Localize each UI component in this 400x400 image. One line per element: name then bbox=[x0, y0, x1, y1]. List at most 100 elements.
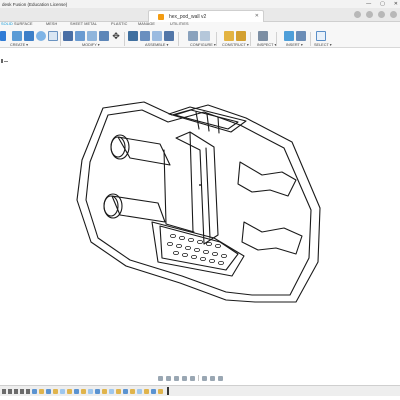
assemble-group-label[interactable]: ASSEMBLE ▾ bbox=[145, 42, 168, 47]
insert-image-icon[interactable] bbox=[284, 31, 294, 41]
navigation-bar bbox=[158, 374, 238, 382]
timeline-sketch-step[interactable] bbox=[95, 388, 100, 394]
ribbon-divider bbox=[276, 32, 277, 46]
window-controls: — ▢ ✕ bbox=[366, 0, 398, 8]
model-view[interactable] bbox=[0, 48, 400, 372]
timeline-sketch-step[interactable] bbox=[74, 388, 79, 394]
construct-axis-icon[interactable] bbox=[236, 31, 246, 41]
timeline-extrude-step[interactable] bbox=[102, 388, 107, 394]
joint-icon[interactable] bbox=[140, 31, 150, 41]
fillet-icon[interactable] bbox=[75, 31, 85, 41]
create-group-label[interactable]: CREATE ▾ bbox=[10, 42, 28, 47]
timeline-extrude-step[interactable] bbox=[53, 388, 58, 394]
timeline-cut-step[interactable] bbox=[67, 388, 72, 394]
timeline-sketch-step[interactable] bbox=[123, 388, 128, 394]
ribbon-divider bbox=[178, 32, 179, 46]
timeline-sketch-step[interactable] bbox=[151, 388, 156, 394]
move-icon[interactable]: ✥ bbox=[111, 31, 121, 41]
grid-settings-icon[interactable] bbox=[210, 375, 215, 381]
measure-icon[interactable] bbox=[258, 31, 268, 41]
document-tab[interactable]: hex_pod_wall v2 ✕ bbox=[148, 10, 264, 22]
timeline-start-icon[interactable] bbox=[2, 388, 6, 394]
modify-group-label[interactable]: MODIFY ▾ bbox=[82, 42, 100, 47]
nav-divider bbox=[198, 375, 199, 381]
shell-icon[interactable] bbox=[87, 31, 97, 41]
add-tab-icon[interactable] bbox=[354, 11, 361, 18]
ribbon-divider bbox=[216, 32, 217, 46]
timeline-sketch-step[interactable] bbox=[46, 388, 51, 394]
maximize-button[interactable]: ▢ bbox=[380, 1, 385, 7]
configure-rules-icon[interactable] bbox=[200, 31, 210, 41]
notifications-icon[interactable] bbox=[366, 11, 373, 18]
select-icon[interactable] bbox=[316, 31, 326, 41]
timeline-sketch-step[interactable] bbox=[32, 388, 37, 394]
insert-mesh-icon[interactable] bbox=[296, 31, 306, 41]
minimize-button[interactable]: — bbox=[366, 1, 371, 7]
zoom-icon[interactable] bbox=[182, 375, 187, 381]
look-at-icon[interactable] bbox=[166, 375, 171, 381]
timeline-next-icon[interactable] bbox=[20, 388, 24, 394]
combine-icon[interactable] bbox=[99, 31, 109, 41]
tab-surface[interactable]: SURFACE bbox=[14, 22, 33, 26]
ribbon-divider bbox=[250, 32, 251, 46]
tab-solid[interactable]: SOLID bbox=[1, 22, 13, 26]
create-sketch-icon[interactable] bbox=[12, 31, 22, 41]
construct-group-label[interactable]: CONSTRUCT ▾ bbox=[222, 42, 249, 47]
tab-utilities[interactable]: UTILITIES bbox=[170, 22, 189, 26]
timeline-mirror-step[interactable] bbox=[137, 388, 142, 394]
new-component-icon[interactable] bbox=[0, 31, 6, 41]
new-component-assemble-icon[interactable] bbox=[128, 31, 138, 41]
document-icon bbox=[158, 14, 164, 20]
joint-origin-icon[interactable] bbox=[164, 31, 174, 41]
configure-table-icon[interactable] bbox=[188, 31, 198, 41]
timeline-fillet-step[interactable] bbox=[60, 388, 65, 394]
timeline-marker[interactable] bbox=[167, 387, 169, 395]
tab-plastic[interactable]: PLASTIC bbox=[111, 22, 128, 26]
orbit-icon[interactable] bbox=[158, 375, 163, 381]
left-rib-top bbox=[117, 136, 171, 166]
help-icon[interactable] bbox=[378, 11, 385, 18]
select-group-label[interactable]: SELECT ▾ bbox=[314, 42, 332, 47]
fit-icon[interactable] bbox=[190, 375, 195, 381]
perforation-holes bbox=[166, 233, 227, 265]
viewport-canvas[interactable] bbox=[0, 48, 400, 372]
revolve-icon[interactable] bbox=[36, 31, 46, 41]
timeline-shell-step[interactable] bbox=[88, 388, 93, 394]
timeline-prev-icon[interactable] bbox=[8, 388, 12, 394]
browser-handle-icon bbox=[1, 59, 3, 63]
timeline-end-icon[interactable] bbox=[26, 388, 30, 394]
tab-manage[interactable]: MANAGE bbox=[138, 22, 155, 26]
timeline-chamfer-step[interactable] bbox=[109, 388, 114, 394]
close-button[interactable]: ✕ bbox=[394, 1, 398, 7]
timeline-combine-step[interactable] bbox=[144, 388, 149, 394]
timeline-play-icon[interactable] bbox=[14, 388, 18, 394]
construct-plane-icon[interactable] bbox=[224, 31, 234, 41]
extrude-icon[interactable] bbox=[24, 31, 34, 41]
tab-sheet-metal[interactable]: SHEET METAL bbox=[70, 22, 97, 26]
as-built-joint-icon[interactable] bbox=[152, 31, 162, 41]
insert-group-label[interactable]: INSERT ▾ bbox=[286, 42, 303, 47]
account-icon[interactable] bbox=[390, 11, 397, 18]
browser-panel-toggle[interactable] bbox=[0, 57, 12, 65]
press-pull-icon[interactable] bbox=[63, 31, 73, 41]
timeline bbox=[0, 385, 400, 396]
browser-collapse-icon bbox=[4, 60, 8, 62]
configure-group-label[interactable]: CONFIGURE ▾ bbox=[190, 42, 216, 47]
tab-mesh[interactable]: MESH bbox=[46, 22, 57, 26]
viewports-icon[interactable] bbox=[218, 375, 223, 381]
timeline-pattern-step[interactable] bbox=[81, 388, 86, 394]
right-notch-bottom bbox=[241, 221, 303, 255]
left-rib-bottom bbox=[111, 195, 166, 223]
ribbon-divider bbox=[124, 32, 125, 46]
timeline-extrude-step[interactable] bbox=[39, 388, 44, 394]
timeline-extrude-step[interactable] bbox=[158, 388, 163, 394]
display-settings-icon[interactable] bbox=[202, 375, 207, 381]
inspect-group-label[interactable]: INSPECT ▾ bbox=[257, 42, 276, 47]
pan-icon[interactable] bbox=[174, 375, 179, 381]
right-notch-top bbox=[237, 161, 297, 197]
timeline-extrude-step[interactable] bbox=[130, 388, 135, 394]
tabbar-right-controls bbox=[354, 11, 397, 18]
close-tab-icon[interactable]: ✕ bbox=[255, 13, 259, 19]
timeline-hole-step[interactable] bbox=[116, 388, 121, 394]
hole-icon[interactable] bbox=[48, 31, 58, 41]
